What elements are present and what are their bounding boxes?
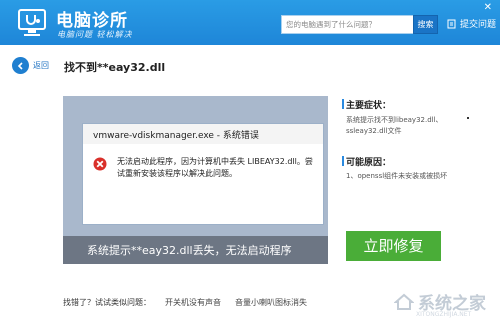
house-logo-icon <box>394 293 414 310</box>
edit-icon <box>447 19 456 28</box>
watermark: 系统之家 XITONGZHIJIA.NET <box>394 289 486 318</box>
fix-now-button[interactable]: 立即修复 <box>346 231 441 261</box>
related-link[interactable]: 开关机没有声音 <box>165 297 221 308</box>
dialog-title: vmware-vdiskmanager.exe - 系统错误 <box>93 131 259 141</box>
watermark-sub: XITONGZHIJIA.NET <box>416 311 472 318</box>
page-title: 找不到**eay32.dll <box>64 61 166 74</box>
app-header: 电脑诊所 电脑问题 轻松解决 搜索 ✕ 提交问题 <box>0 0 500 45</box>
error-icon <box>93 157 107 171</box>
symptoms-heading: 主要症状： <box>346 101 392 111</box>
caption-bar: 系统提示**eay32.dll丢失，无法启动程序 <box>63 236 328 264</box>
app-slogan: 电脑问题 轻松解决 <box>57 30 133 39</box>
related-label: 找错了？试试类似问题： <box>63 298 151 307</box>
app-title: 电脑诊所 <box>56 11 128 31</box>
bullet-dot <box>467 117 469 119</box>
caption-text: 系统提示**eay32.dll丢失，无法启动程序 <box>87 244 292 257</box>
related-link[interactable]: 音量小喇叭图标消失 <box>235 297 307 308</box>
cause-text: 1、openssl组件未安装或被损坏 <box>346 172 448 180</box>
dialog-message: 无法启动此程序，因为计算机中丢失 LIBEAY32.dll。尝试重新安装该程序以… <box>117 157 313 178</box>
back-label: 返回 <box>33 61 49 70</box>
back-button[interactable]: 返回 <box>12 57 49 74</box>
search-button[interactable]: 搜索 <box>413 15 438 34</box>
submit-issue-label: 提交问题 <box>460 20 497 30</box>
submit-issue-button[interactable]: 提交问题 <box>447 17 496 30</box>
error-dialog: vmware-vdiskmanager.exe - 系统错误 无法启动此程序，因… <box>82 123 324 225</box>
heading-marker <box>342 99 344 109</box>
back-arrow-icon <box>12 57 29 74</box>
dialog-body: 无法启动此程序，因为计算机中丢失 LIBEAY32.dll。尝试重新安装该程序以… <box>83 144 323 224</box>
close-icon[interactable]: ✕ <box>484 3 492 13</box>
error-screenshot: vmware-vdiskmanager.exe - 系统错误 无法启动此程序，因… <box>63 96 328 264</box>
related-questions: 找错了？试试类似问题： 开关机没有声音 音量小喇叭图标消失 <box>63 297 307 308</box>
cause-heading: 可能原因： <box>346 158 392 168</box>
symptoms-text: 系统提示找不到libeay32.dll、ssleay32.dll文件 <box>346 116 443 135</box>
search-input[interactable] <box>281 15 415 34</box>
heading-marker <box>342 156 344 166</box>
stethoscope-monitor-icon <box>18 9 46 36</box>
